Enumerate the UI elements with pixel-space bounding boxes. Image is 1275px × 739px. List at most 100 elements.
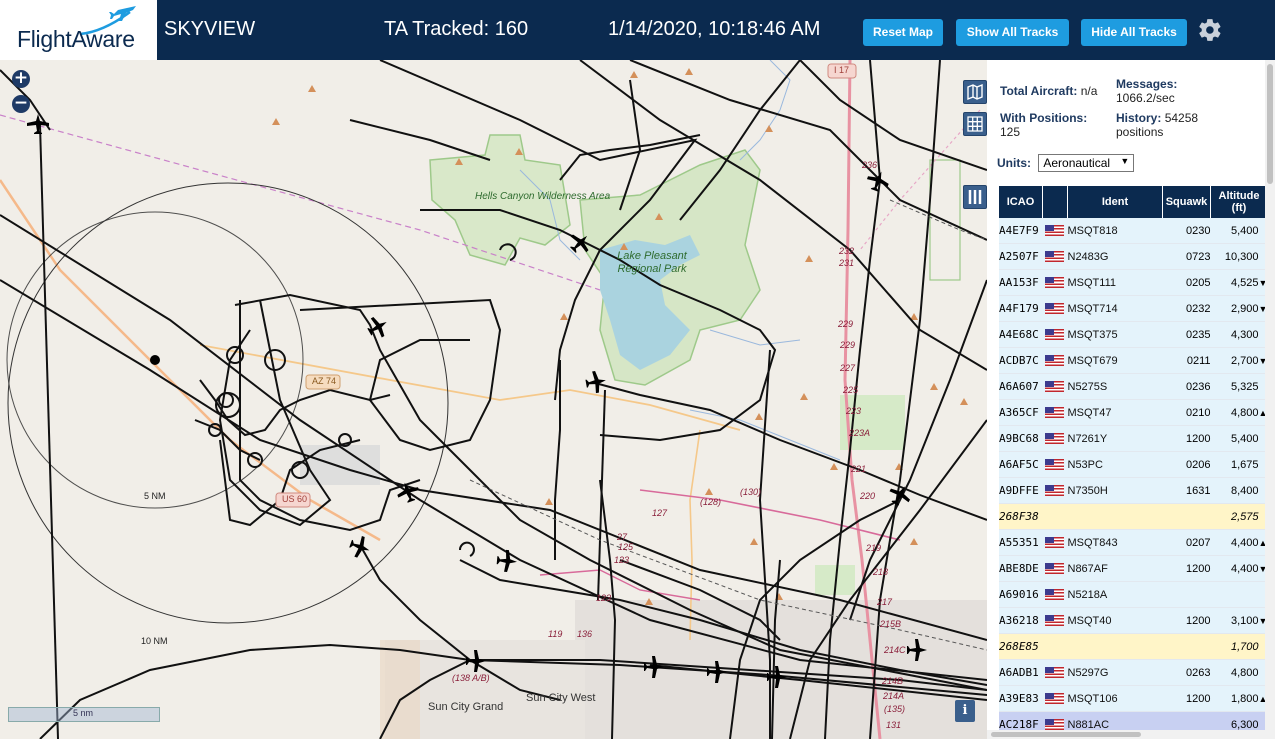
table-row[interactable]: A4F179 MSQT714 0232 2,900▼ bbox=[999, 295, 1268, 322]
panel-scrollbar[interactable] bbox=[1265, 60, 1275, 739]
road-number-label: 214A bbox=[883, 691, 905, 701]
altitude-value: 5,325 bbox=[1230, 380, 1259, 393]
road-number-label: 131 bbox=[886, 720, 902, 730]
us-flag-icon bbox=[1044, 225, 1064, 237]
table-row[interactable]: A6ADB1 N5297G 0263 4,800 bbox=[999, 659, 1268, 686]
table-row[interactable]: A55351 MSQT843 0207 4,400▲ bbox=[999, 529, 1268, 556]
show-all-tracks-button[interactable]: Show All Tracks bbox=[956, 19, 1069, 46]
ident-cell: MSQT714 bbox=[1067, 295, 1163, 322]
ident-cell: MSQT679 bbox=[1067, 347, 1163, 374]
gear-icon[interactable] bbox=[1197, 17, 1223, 43]
table-row[interactable]: ACDB7C MSQT679 0211 2,700▼ bbox=[999, 347, 1268, 374]
range-10nm-label: 10 NM bbox=[141, 636, 168, 646]
col-flag[interactable] bbox=[1042, 186, 1068, 218]
table-row[interactable]: A69016 N5218A bbox=[999, 581, 1268, 608]
flag-cell bbox=[1042, 503, 1068, 530]
us-flag-icon bbox=[1044, 329, 1064, 341]
us-flag-icon bbox=[1044, 277, 1064, 289]
squawk-cell bbox=[1162, 633, 1211, 660]
road-number-label: 127 bbox=[652, 508, 668, 518]
altitude-value: 1,700 bbox=[1230, 640, 1259, 653]
squawk-cell: 1200 bbox=[1162, 425, 1211, 452]
us-flag-icon bbox=[1044, 667, 1064, 679]
units-select[interactable]: Aeronautical ▼ bbox=[1038, 154, 1135, 172]
flag-cell bbox=[1042, 399, 1068, 426]
ident-cell: MSQT111 bbox=[1067, 269, 1163, 296]
ident-cell: N5218A bbox=[1067, 581, 1163, 608]
us-flag-icon bbox=[1044, 693, 1064, 705]
az74-shield: AZ 74 bbox=[312, 376, 337, 386]
hscrollbar-thumb[interactable] bbox=[991, 732, 1141, 737]
squawk-cell: 0206 bbox=[1162, 451, 1211, 478]
road-number-label: 125 bbox=[618, 542, 634, 552]
table-row[interactable]: A6AF5C N53PC 0206 1,675 bbox=[999, 451, 1268, 478]
total-aircraft-label: Total Aircraft: bbox=[1000, 84, 1078, 98]
altitude-cell: 4,300 bbox=[1210, 321, 1268, 348]
flag-cell bbox=[1042, 477, 1068, 504]
col-icao[interactable]: ICAO bbox=[999, 186, 1043, 218]
aircraft-table: ICAO Ident Squawk Altitude (ft) A4E7F9 MS… bbox=[999, 186, 1268, 738]
table-row[interactable]: ABE8DE N867AF 1200 4,400▼ bbox=[999, 555, 1268, 582]
icao-cell: A9DFFE bbox=[999, 477, 1043, 504]
ident-cell bbox=[1067, 633, 1163, 660]
col-altitude[interactable]: Altitude (ft) bbox=[1210, 186, 1268, 218]
squawk-cell: 1200 bbox=[1162, 607, 1211, 634]
road-number-label: (138 A/B) bbox=[452, 673, 490, 683]
table-row[interactable]: A9DFFE N7350H 1631 8,400 bbox=[999, 477, 1268, 504]
col-squawk[interactable]: Squawk bbox=[1162, 186, 1211, 218]
icao-cell: ABE8DE bbox=[999, 555, 1043, 582]
columns-icon[interactable] bbox=[963, 185, 987, 209]
squawk-cell: 0235 bbox=[1162, 321, 1211, 348]
road-number-label: 119 bbox=[548, 629, 563, 639]
reset-map-button[interactable]: Reset Map bbox=[863, 19, 943, 46]
ident-cell: MSQT106 bbox=[1067, 685, 1163, 712]
icao-cell: A6A607 bbox=[999, 373, 1043, 400]
altitude-cell: 4,800 bbox=[1210, 659, 1268, 686]
scrollbar-thumb[interactable] bbox=[1267, 64, 1273, 184]
altitude-cell: 4,400▼ bbox=[1210, 555, 1268, 582]
table-row[interactable]: 268E85 1,700 bbox=[999, 633, 1268, 660]
zoom-in-button[interactable]: + bbox=[12, 70, 30, 88]
zoom-out-button[interactable]: − bbox=[12, 95, 30, 113]
road-number-label: 214C bbox=[884, 645, 906, 655]
map-view[interactable]: Hells Canyon Wilderness Area Lake Pleasa… bbox=[0, 60, 987, 739]
altitude-value: 8,400 bbox=[1230, 484, 1259, 497]
flightaware-logo[interactable]: FlightAware bbox=[0, 0, 157, 60]
altitude-cell: 1,700 bbox=[1210, 633, 1268, 660]
altitude-cell: 3,100▼ bbox=[1210, 607, 1268, 634]
table-row[interactable]: A4E7F9 MSQT818 0230 5,400 bbox=[999, 218, 1268, 244]
table-row[interactable]: A9BC68 N7261Y 1200 5,400 bbox=[999, 425, 1268, 452]
squawk-cell: 0232 bbox=[1162, 295, 1211, 322]
history-label: History: bbox=[1116, 111, 1162, 125]
total-aircraft-value: n/a bbox=[1080, 84, 1098, 98]
flag-cell bbox=[1042, 529, 1068, 556]
hide-all-tracks-button[interactable]: Hide All Tracks bbox=[1081, 19, 1187, 46]
with-positions-stat: With Positions: 125 bbox=[1000, 111, 1110, 139]
table-row[interactable]: A4E68C MSQT375 0235 4,300 bbox=[999, 321, 1268, 348]
altitude-value: 5,400 bbox=[1230, 224, 1259, 237]
altitude-value: 3,100 bbox=[1230, 614, 1259, 627]
altitude-cell: 2,575 bbox=[1210, 503, 1268, 530]
table-row[interactable]: 268F38 2,575 bbox=[999, 503, 1268, 530]
table-row[interactable]: A39E83 MSQT106 1200 1,800▲ bbox=[999, 685, 1268, 712]
map-layers-icon[interactable] bbox=[963, 80, 987, 104]
col-ident[interactable]: Ident bbox=[1067, 186, 1163, 218]
info-button[interactable]: i bbox=[955, 700, 975, 722]
road-number-label: 227 bbox=[840, 363, 856, 373]
grid-icon[interactable] bbox=[963, 112, 987, 136]
squawk-cell: 0263 bbox=[1162, 659, 1211, 686]
table-row[interactable]: A6A607 N5275S 0236 5,325 bbox=[999, 373, 1268, 400]
flag-cell bbox=[1042, 607, 1068, 634]
aircraft-rows: A4E7F9 MSQT818 0230 5,400 A2507F N2483G 0723 10… bbox=[999, 218, 1268, 738]
table-row[interactable]: A36218 MSQT40 1200 3,100▼ bbox=[999, 607, 1268, 634]
table-row[interactable]: A365CF MSQT47 0210 4,800▲ bbox=[999, 399, 1268, 426]
road-number-label: 236 bbox=[862, 160, 878, 170]
road-number-label: (128) bbox=[700, 497, 722, 507]
table-row[interactable]: A2507F N2483G 0723 10,300 bbox=[999, 243, 1268, 270]
panel-horizontal-scrollbar[interactable] bbox=[987, 730, 1265, 739]
flag-cell bbox=[1042, 633, 1068, 660]
ident-cell: MSQT40 bbox=[1067, 607, 1163, 634]
lake-pleasant-label: Lake Pleasant Regional Park bbox=[617, 250, 687, 275]
us60-shield: US 60 bbox=[282, 494, 308, 504]
table-row[interactable]: AA153F MSQT111 0205 4,525▼ bbox=[999, 269, 1268, 296]
